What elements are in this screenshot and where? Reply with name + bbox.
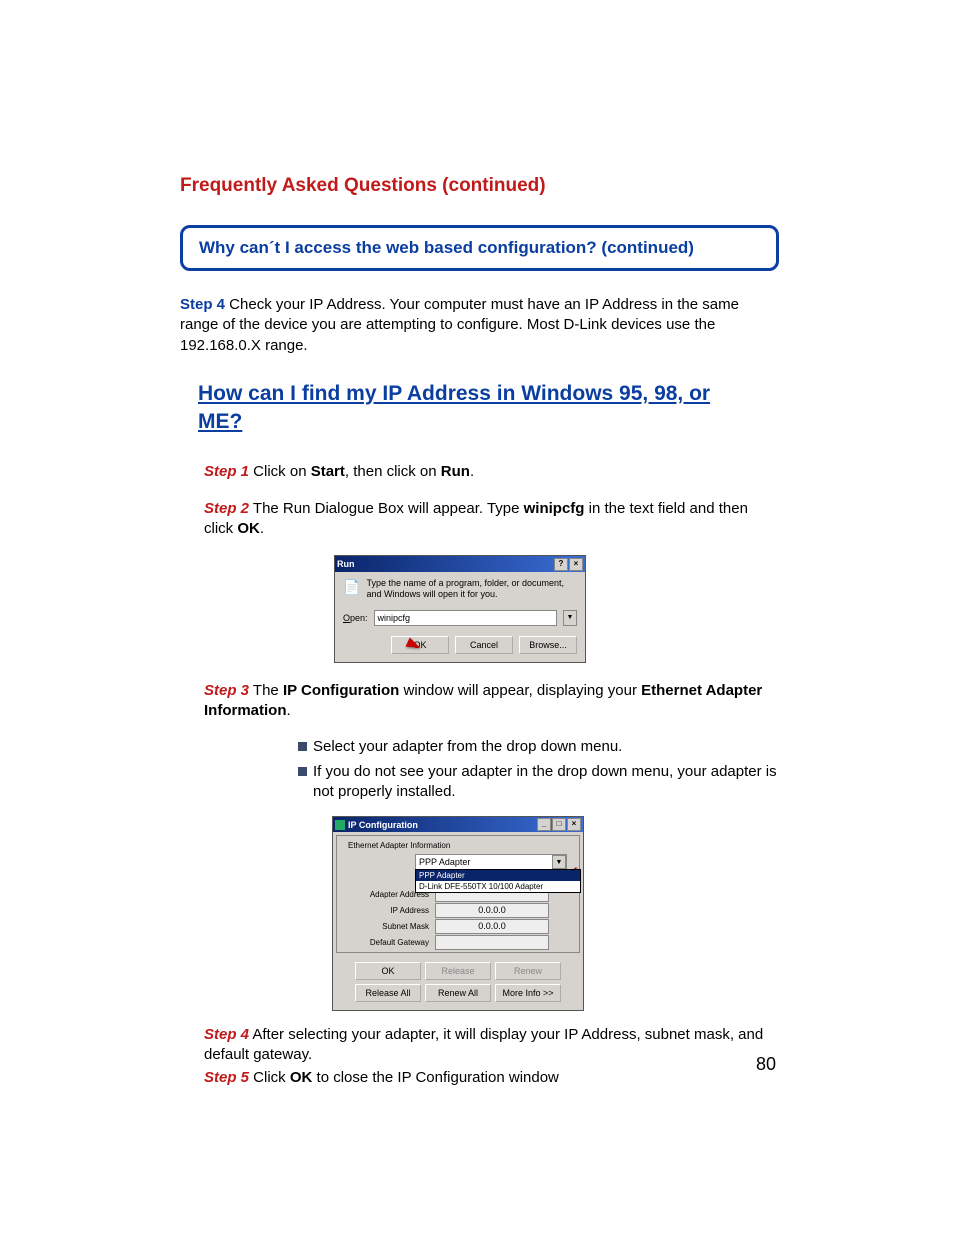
step1: Step 1 Click on Start, then click on Run… xyxy=(204,462,779,482)
open-label: Open: xyxy=(343,613,368,623)
default-gateway-label: Default Gateway xyxy=(341,938,435,947)
text: to close the IP Configuration window xyxy=(312,1069,559,1086)
adapter-dropdown: PPP Adapter D-Link DFE-550TX 10/100 Adap… xyxy=(415,869,581,893)
text: The xyxy=(249,682,283,699)
text: . xyxy=(470,463,474,480)
step-label: Step 4 xyxy=(180,296,225,313)
group-label: Ethernet Adapter Information xyxy=(345,841,453,850)
dropdown-option[interactable]: PPP Adapter xyxy=(416,870,580,881)
dropdown-option[interactable]: D-Link DFE-550TX 10/100 Adapter xyxy=(416,881,580,892)
ok-button[interactable]: OK xyxy=(355,962,421,980)
text-bold: Start xyxy=(311,463,345,480)
table-row: IP Address 0.0.0.0 xyxy=(341,902,575,918)
titlebar-text: Run xyxy=(337,559,355,569)
subnet-mask-value: 0.0.0.0 xyxy=(435,919,549,934)
text: Click on xyxy=(249,463,311,480)
default-gateway-value xyxy=(435,935,549,950)
content-block: Step 1 Click on Start, then click on Run… xyxy=(204,462,779,1087)
help-icon[interactable]: ? xyxy=(554,558,568,571)
page-title: Frequently Asked Questions (continued) xyxy=(180,175,779,197)
text: window will appear, displaying your xyxy=(399,682,641,699)
text-bold: OK xyxy=(290,1069,313,1086)
table-row: Default Gateway xyxy=(341,934,575,950)
step-label: Step 4 xyxy=(204,1026,249,1043)
text-bold: IP Configuration xyxy=(283,682,399,699)
release-all-button[interactable]: Release All xyxy=(355,984,421,1002)
text: . xyxy=(260,520,264,537)
close-icon[interactable]: × xyxy=(569,558,583,571)
titlebar: IP Configuration _ □ × xyxy=(333,817,583,832)
step4: Step 4 After selecting your adapter, it … xyxy=(204,1025,779,1066)
step2: Step 2 The Run Dialogue Box will appear.… xyxy=(204,499,779,540)
renew-all-button[interactable]: Renew All xyxy=(425,984,491,1002)
step4-top-text: Check your IP Address. Your computer mus… xyxy=(180,296,739,354)
text: . xyxy=(287,702,291,719)
bullet-icon xyxy=(298,742,307,751)
ip-config-dialog: IP Configuration _ □ × Ethernet Adapter … xyxy=(332,816,584,1011)
app-icon xyxy=(335,820,345,830)
text: The Run Dialogue Box will appear. Type xyxy=(249,500,524,517)
step-label: Step 2 xyxy=(204,500,249,517)
adapter-info-group: Ethernet Adapter Information PPP Adapter… xyxy=(336,835,580,953)
run-dialog: Run ? × 📄 Type the name of a program, fo… xyxy=(334,555,586,663)
page-number: 80 xyxy=(756,1054,776,1075)
ip-address-value: 0.0.0.0 xyxy=(435,903,549,918)
minimize-icon[interactable]: _ xyxy=(537,818,551,831)
step4-top: Step 4 Check your IP Address. Your compu… xyxy=(180,295,779,356)
text: , then click on xyxy=(345,463,441,480)
browse-button[interactable]: Browse... xyxy=(519,636,577,654)
list-item: If you do not see your adapter in the dr… xyxy=(298,762,779,803)
bullet-list: Select your adapter from the drop down m… xyxy=(298,737,779,802)
run-icon: 📄 xyxy=(343,578,360,596)
bullet-text: If you do not see your adapter in the dr… xyxy=(313,762,779,803)
maximize-icon[interactable]: □ xyxy=(552,818,566,831)
step4-text: After selecting your adapter, it will di… xyxy=(204,1026,763,1063)
text: Click xyxy=(249,1069,290,1086)
cancel-button[interactable]: Cancel xyxy=(455,636,513,654)
chevron-down-icon[interactable]: ▼ xyxy=(563,610,577,626)
text-bold: Run xyxy=(441,463,470,480)
step3: Step 3 The IP Configuration window will … xyxy=(204,681,779,722)
adapter-select[interactable]: PPP Adapter ▼ PPP Adapter D-Link DFE-550… xyxy=(415,854,567,870)
ip-address-label: IP Address xyxy=(341,906,435,915)
close-icon[interactable]: × xyxy=(567,818,581,831)
step-label: Step 3 xyxy=(204,682,249,699)
callout-box: Why can´t I access the web based configu… xyxy=(180,225,779,271)
adapter-selected: PPP Adapter xyxy=(416,857,552,867)
text-bold: OK xyxy=(237,520,260,537)
step-label: Step 5 xyxy=(204,1069,249,1086)
text-bold: winipcfg xyxy=(524,500,585,517)
more-info-button[interactable]: More Info >> xyxy=(495,984,561,1002)
run-description: Type the name of a program, folder, or d… xyxy=(366,578,577,600)
document-page: Frequently Asked Questions (continued) W… xyxy=(0,0,954,1235)
bullet-icon xyxy=(298,767,307,776)
titlebar-text: IP Configuration xyxy=(348,820,418,830)
step5: Step 5 Click OK to close the IP Configur… xyxy=(204,1068,779,1088)
bullet-text: Select your adapter from the drop down m… xyxy=(313,737,622,757)
open-input[interactable]: winipcfg xyxy=(374,610,557,626)
titlebar: Run ? × xyxy=(335,556,585,572)
step-label: Step 1 xyxy=(204,463,249,480)
list-item: Select your adapter from the drop down m… xyxy=(298,737,779,757)
renew-button[interactable]: Renew xyxy=(495,962,561,980)
table-row: Subnet Mask 0.0.0.0 xyxy=(341,918,575,934)
release-button[interactable]: Release xyxy=(425,962,491,980)
button-row: OK Release Renew Release All Renew All M… xyxy=(333,956,583,1010)
subnet-mask-label: Subnet Mask xyxy=(341,922,435,931)
chevron-down-icon[interactable]: ▼ xyxy=(552,855,566,869)
subheading: How can I find my IP Address in Windows … xyxy=(198,380,779,437)
